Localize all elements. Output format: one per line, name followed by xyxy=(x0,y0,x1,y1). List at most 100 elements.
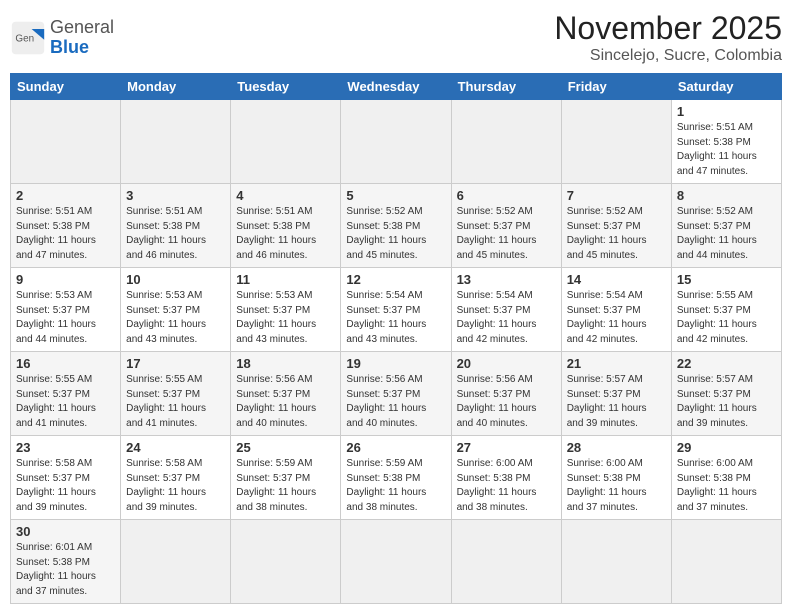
day-number: 23 xyxy=(16,440,115,455)
day-number: 22 xyxy=(677,356,776,371)
month-title: November 2025 xyxy=(554,10,782,47)
day-of-week-header: Friday xyxy=(561,74,671,100)
calendar-day-cell: 29 Sunrise: 6:00 AM Sunset: 5:38 PM Dayli… xyxy=(671,436,781,520)
day-number: 26 xyxy=(346,440,445,455)
calendar-day-cell xyxy=(671,520,781,604)
day-number: 5 xyxy=(346,188,445,203)
calendar-day-cell: 19 Sunrise: 5:56 AM Sunset: 5:37 PM Dayli… xyxy=(341,352,451,436)
calendar-day-cell: 1 Sunrise: 5:51 AM Sunset: 5:38 PM Daylig… xyxy=(671,100,781,184)
calendar-day-cell xyxy=(121,520,231,604)
header: Gen General Blue November 2025 Sincelejo… xyxy=(10,10,782,65)
day-info: Sunrise: 5:53 AM Sunset: 5:37 PM Dayligh… xyxy=(16,289,115,347)
day-info: Sunrise: 5:53 AM Sunset: 5:37 PM Dayligh… xyxy=(236,289,335,347)
day-info: Sunrise: 5:59 AM Sunset: 5:37 PM Dayligh… xyxy=(236,457,335,515)
calendar-day-cell: 11 Sunrise: 5:53 AM Sunset: 5:37 PM Dayli… xyxy=(231,268,341,352)
day-number: 16 xyxy=(16,356,115,371)
day-info: Sunrise: 5:58 AM Sunset: 5:37 PM Dayligh… xyxy=(126,457,225,515)
calendar-day-cell: 30Sunrise: 6:01 AM Sunset: 5:38 PM Dayli… xyxy=(11,520,121,604)
day-number: 17 xyxy=(126,356,225,371)
day-info: Sunrise: 5:55 AM Sunset: 5:37 PM Dayligh… xyxy=(677,289,776,347)
calendar-day-cell: 27Sunrise: 6:00 AM Sunset: 5:38 PM Dayli… xyxy=(451,436,561,520)
day-info: Sunrise: 5:59 AM Sunset: 5:38 PM Dayligh… xyxy=(346,457,445,515)
calendar-day-cell: 16Sunrise: 5:55 AM Sunset: 5:37 PM Dayli… xyxy=(11,352,121,436)
day-number: 1 xyxy=(677,104,776,119)
day-info: Sunrise: 5:55 AM Sunset: 5:37 PM Dayligh… xyxy=(126,373,225,431)
calendar-day-cell: 10 Sunrise: 5:53 AM Sunset: 5:37 PM Dayli… xyxy=(121,268,231,352)
day-number: 2 xyxy=(16,188,115,203)
day-number: 28 xyxy=(567,440,666,455)
day-number: 3 xyxy=(126,188,225,203)
day-of-week-header: Sunday xyxy=(11,74,121,100)
day-info: Sunrise: 5:54 AM Sunset: 5:37 PM Dayligh… xyxy=(457,289,556,347)
day-number: 19 xyxy=(346,356,445,371)
day-info: Sunrise: 5:51 AM Sunset: 5:38 PM Dayligh… xyxy=(126,205,225,263)
logo: Gen General Blue xyxy=(10,18,114,58)
day-info: Sunrise: 5:52 AM Sunset: 5:37 PM Dayligh… xyxy=(677,205,776,263)
calendar-day-cell xyxy=(451,100,561,184)
calendar-day-cell: 17 Sunrise: 5:55 AM Sunset: 5:37 PM Dayli… xyxy=(121,352,231,436)
day-info: Sunrise: 5:54 AM Sunset: 5:37 PM Dayligh… xyxy=(346,289,445,347)
day-info: Sunrise: 5:54 AM Sunset: 5:37 PM Dayligh… xyxy=(567,289,666,347)
day-info: Sunrise: 6:00 AM Sunset: 5:38 PM Dayligh… xyxy=(457,457,556,515)
day-number: 29 xyxy=(677,440,776,455)
calendar-day-cell xyxy=(341,520,451,604)
day-info: Sunrise: 5:52 AM Sunset: 5:37 PM Dayligh… xyxy=(457,205,556,263)
calendar-day-cell: 23 Sunrise: 5:58 AM Sunset: 5:37 PM Dayli… xyxy=(11,436,121,520)
logo-general: General xyxy=(50,17,114,37)
calendar-week-row: 1 Sunrise: 5:51 AM Sunset: 5:38 PM Daylig… xyxy=(11,100,782,184)
calendar-day-cell xyxy=(231,100,341,184)
calendar-day-cell: 7 Sunrise: 5:52 AM Sunset: 5:37 PM Daylig… xyxy=(561,184,671,268)
calendar-day-cell: 5 Sunrise: 5:52 AM Sunset: 5:38 PM Daylig… xyxy=(341,184,451,268)
calendar-day-cell: 18Sunrise: 5:56 AM Sunset: 5:37 PM Dayli… xyxy=(231,352,341,436)
day-number: 6 xyxy=(457,188,556,203)
calendar-day-cell xyxy=(11,100,121,184)
calendar-day-cell: 20Sunrise: 5:56 AM Sunset: 5:37 PM Dayli… xyxy=(451,352,561,436)
day-info: Sunrise: 5:58 AM Sunset: 5:37 PM Dayligh… xyxy=(16,457,115,515)
day-number: 21 xyxy=(567,356,666,371)
calendar-day-cell xyxy=(121,100,231,184)
calendar-day-cell: 2 Sunrise: 5:51 AM Sunset: 5:38 PM Daylig… xyxy=(11,184,121,268)
day-info: Sunrise: 5:56 AM Sunset: 5:37 PM Dayligh… xyxy=(236,373,335,431)
day-number: 12 xyxy=(346,272,445,287)
day-number: 8 xyxy=(677,188,776,203)
day-number: 20 xyxy=(457,356,556,371)
day-info: Sunrise: 5:51 AM Sunset: 5:38 PM Dayligh… xyxy=(236,205,335,263)
calendar-day-cell: 13 Sunrise: 5:54 AM Sunset: 5:37 PM Dayli… xyxy=(451,268,561,352)
calendar-day-cell: 24 Sunrise: 5:58 AM Sunset: 5:37 PM Dayli… xyxy=(121,436,231,520)
day-number: 10 xyxy=(126,272,225,287)
calendar-day-cell: 6 Sunrise: 5:52 AM Sunset: 5:37 PM Daylig… xyxy=(451,184,561,268)
day-info: Sunrise: 5:56 AM Sunset: 5:37 PM Dayligh… xyxy=(346,373,445,431)
location-subtitle: Sincelejo, Sucre, Colombia xyxy=(554,47,782,65)
day-info: Sunrise: 5:53 AM Sunset: 5:37 PM Dayligh… xyxy=(126,289,225,347)
day-number: 7 xyxy=(567,188,666,203)
day-of-week-header: Monday xyxy=(121,74,231,100)
calendar-day-cell: 12 Sunrise: 5:54 AM Sunset: 5:37 PM Dayli… xyxy=(341,268,451,352)
day-number: 9 xyxy=(16,272,115,287)
calendar-day-cell: 3 Sunrise: 5:51 AM Sunset: 5:38 PM Daylig… xyxy=(121,184,231,268)
calendar-week-row: 2 Sunrise: 5:51 AM Sunset: 5:38 PM Daylig… xyxy=(11,184,782,268)
calendar-day-cell xyxy=(561,520,671,604)
calendar-day-cell xyxy=(451,520,561,604)
calendar-week-row: 30Sunrise: 6:01 AM Sunset: 5:38 PM Dayli… xyxy=(11,520,782,604)
logo-blue: Blue xyxy=(50,37,89,57)
calendar-day-cell: 25 Sunrise: 5:59 AM Sunset: 5:37 PM Dayli… xyxy=(231,436,341,520)
day-info: Sunrise: 6:00 AM Sunset: 5:38 PM Dayligh… xyxy=(567,457,666,515)
calendar-week-row: 23 Sunrise: 5:58 AM Sunset: 5:37 PM Dayli… xyxy=(11,436,782,520)
day-number: 11 xyxy=(236,272,335,287)
calendar-week-row: 16 Sunrise: 5:55 AM Sunset: 5:37 PM Dayli… xyxy=(11,352,782,436)
day-number: 24 xyxy=(126,440,225,455)
calendar-day-cell: 14Sunrise: 5:54 AM Sunset: 5:37 PM Dayli… xyxy=(561,268,671,352)
calendar-table: SundayMondayTuesdayWednesdayThursdayFrid… xyxy=(10,73,782,604)
day-number: 13 xyxy=(457,272,556,287)
logo-icon: Gen xyxy=(10,20,46,56)
day-info: Sunrise: 5:52 AM Sunset: 5:38 PM Dayligh… xyxy=(346,205,445,263)
day-number: 15 xyxy=(677,272,776,287)
calendar-day-cell: 22Sunrise: 5:57 AM Sunset: 5:37 PM Dayli… xyxy=(671,352,781,436)
calendar-day-cell: 26 Sunrise: 5:59 AM Sunset: 5:38 PM Dayli… xyxy=(341,436,451,520)
day-info: Sunrise: 5:51 AM Sunset: 5:38 PM Dayligh… xyxy=(16,205,115,263)
day-info: Sunrise: 5:51 AM Sunset: 5:38 PM Dayligh… xyxy=(677,121,776,179)
day-info: Sunrise: 5:52 AM Sunset: 5:37 PM Dayligh… xyxy=(567,205,666,263)
day-info: Sunrise: 6:00 AM Sunset: 5:38 PM Dayligh… xyxy=(677,457,776,515)
calendar-day-cell: 28 Sunrise: 6:00 AM Sunset: 5:38 PM Dayli… xyxy=(561,436,671,520)
day-number: 25 xyxy=(236,440,335,455)
